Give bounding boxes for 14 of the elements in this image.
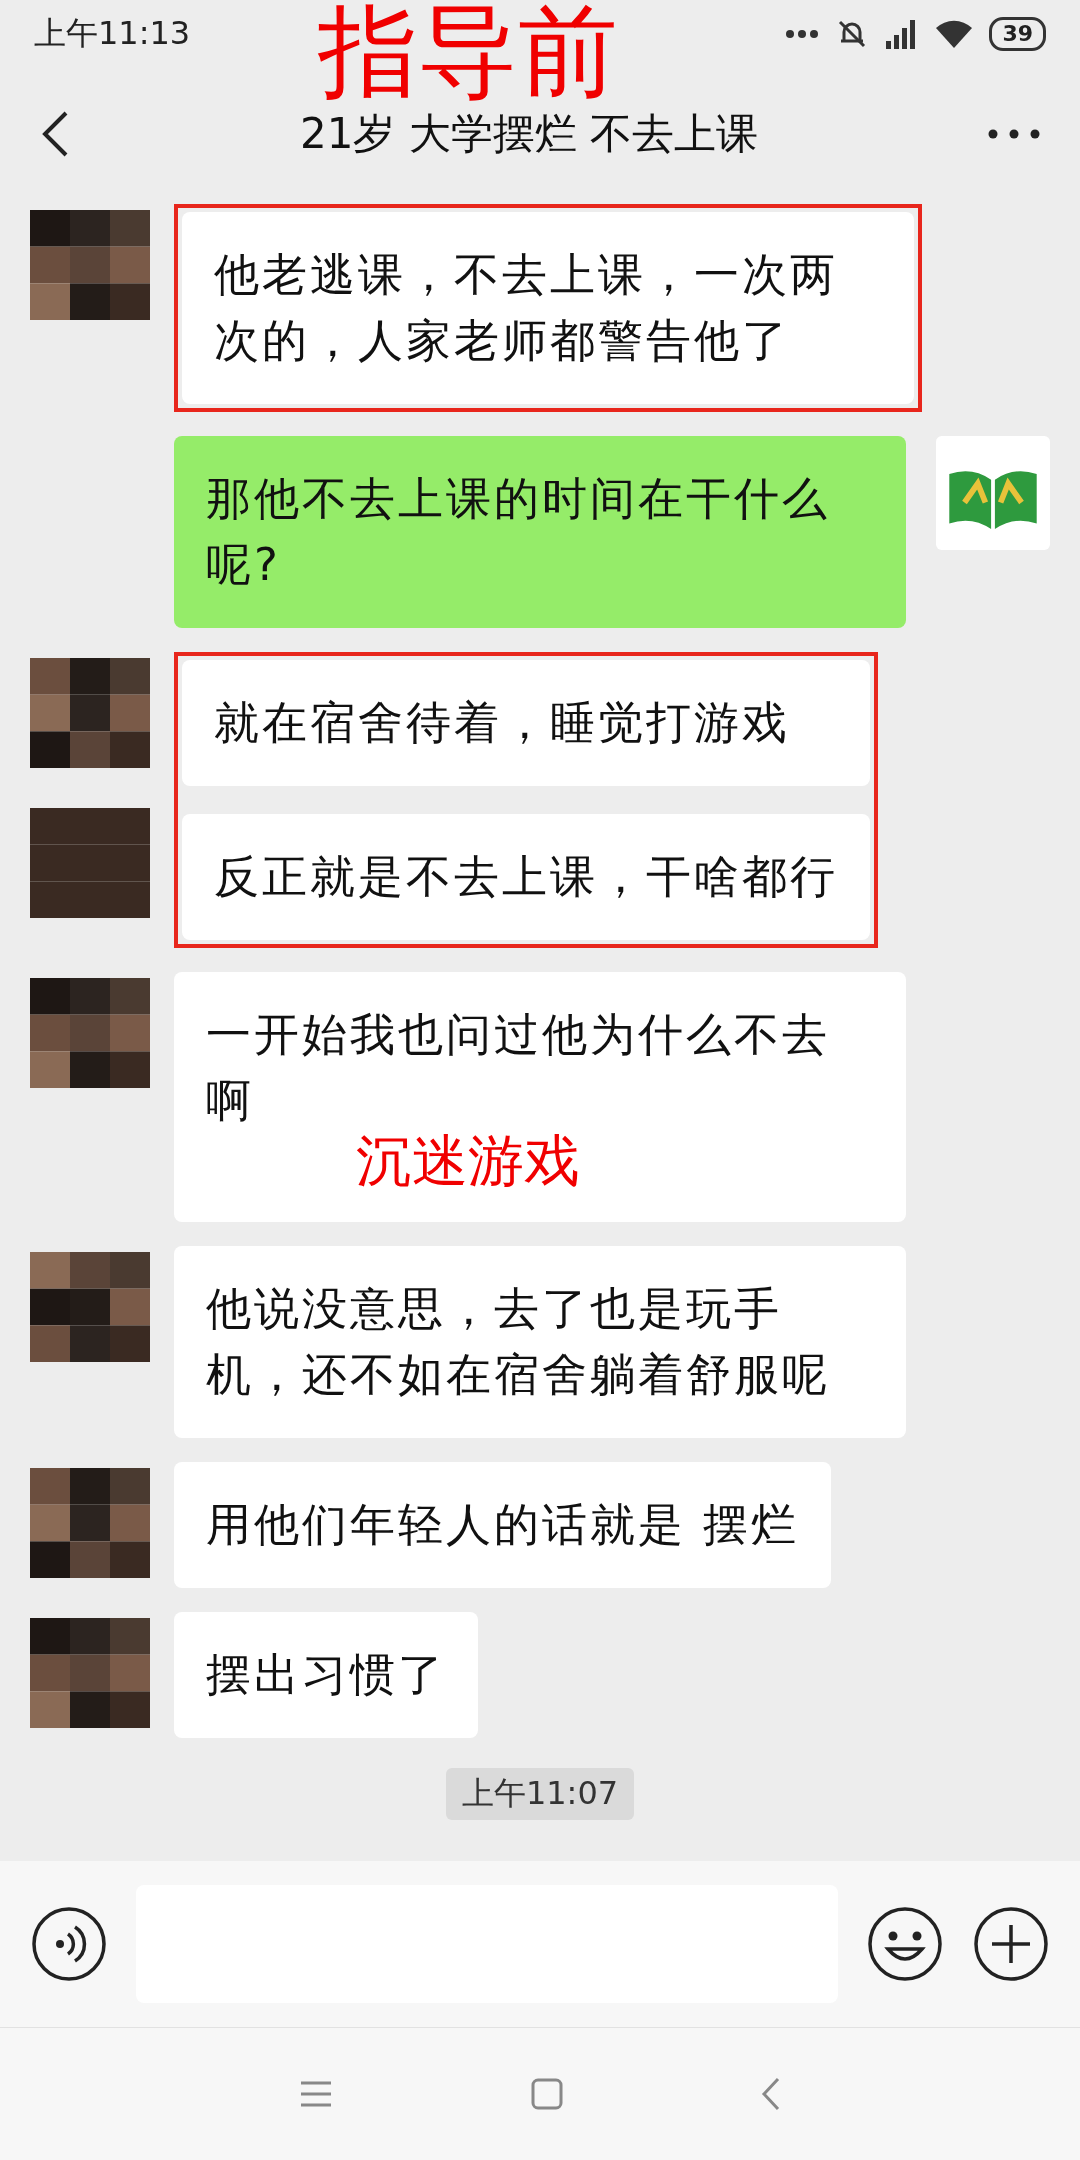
annotation-text: 沉迷游戏 [356, 1130, 580, 1192]
message-text: 他说没意思，去了也是玩手机，还不如在宿舍躺着舒服呢 [206, 1281, 831, 1403]
message-text: 反正就是不去上课，干啥都行 [214, 849, 838, 905]
message-text: 他老逃课，不去上课，一次两次的，人家老师都警告他了 [214, 247, 839, 369]
message-text: 就在宿舍待着，睡觉打游戏 [214, 695, 791, 751]
status-time: 上午11:13 [34, 13, 191, 54]
battery-level: 39 [1002, 21, 1033, 46]
message-text: 用他们年轻人的话就是 摆烂 [206, 1497, 800, 1553]
chat-title: 21岁 大学摆烂 不去上课 [298, 108, 760, 160]
annotation-text: 指导前 [318, 2, 618, 102]
message-text: 那他不去上课的时间在干什么呢? [206, 471, 831, 593]
message-text: 一开始我也问过他为什么不去啊 [206, 1007, 831, 1129]
timestamp: 上午11:07 [445, 1768, 635, 1820]
message-text: 摆出习惯了 [206, 1647, 446, 1703]
